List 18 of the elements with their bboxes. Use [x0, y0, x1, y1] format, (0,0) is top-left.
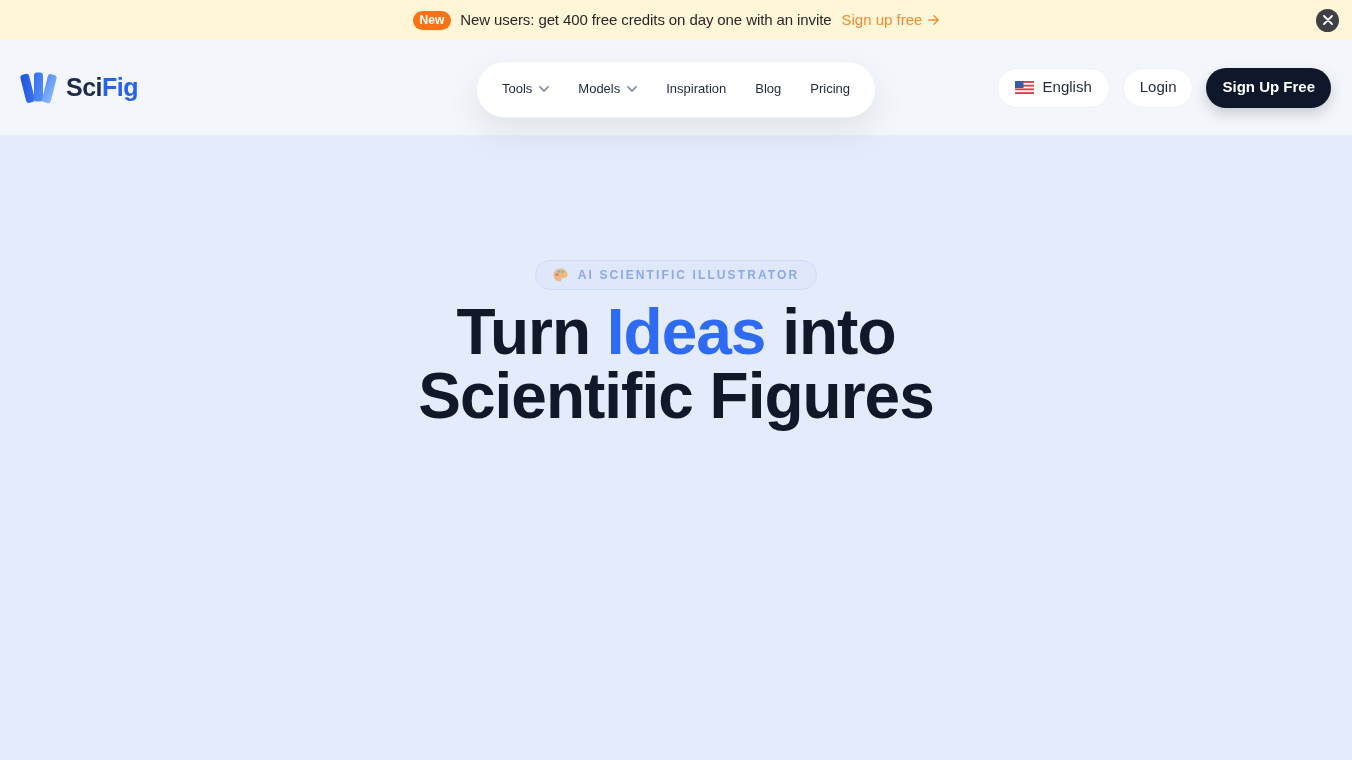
nav-link[interactable]: Blog	[755, 79, 782, 99]
close-button[interactable]	[1316, 8, 1339, 32]
logo-icon	[20, 71, 57, 104]
close-icon	[1322, 15, 1333, 25]
arrow-right-icon	[928, 15, 940, 25]
announcement-text: New users: get 400 free credits on day one with an invite	[460, 9, 832, 30]
palette-icon	[552, 268, 568, 282]
nav-link[interactable]: Pricing	[810, 79, 850, 99]
signup-button[interactable]: Sign Up Free	[1206, 67, 1331, 108]
nav-link[interactable]: Models	[578, 79, 638, 99]
nav-link[interactable]: Inspiration	[666, 79, 727, 99]
new-badge: New	[412, 10, 452, 30]
flag-icon	[1014, 81, 1034, 94]
brand-name: SciFig	[66, 71, 139, 103]
hero-badge-text: AI SCIENTIFIC ILLUSTRATOR	[577, 267, 800, 284]
nav-link[interactable]: Tools	[501, 79, 550, 99]
language-button[interactable]: English	[996, 67, 1110, 108]
login-button[interactable]: Login	[1122, 67, 1194, 108]
